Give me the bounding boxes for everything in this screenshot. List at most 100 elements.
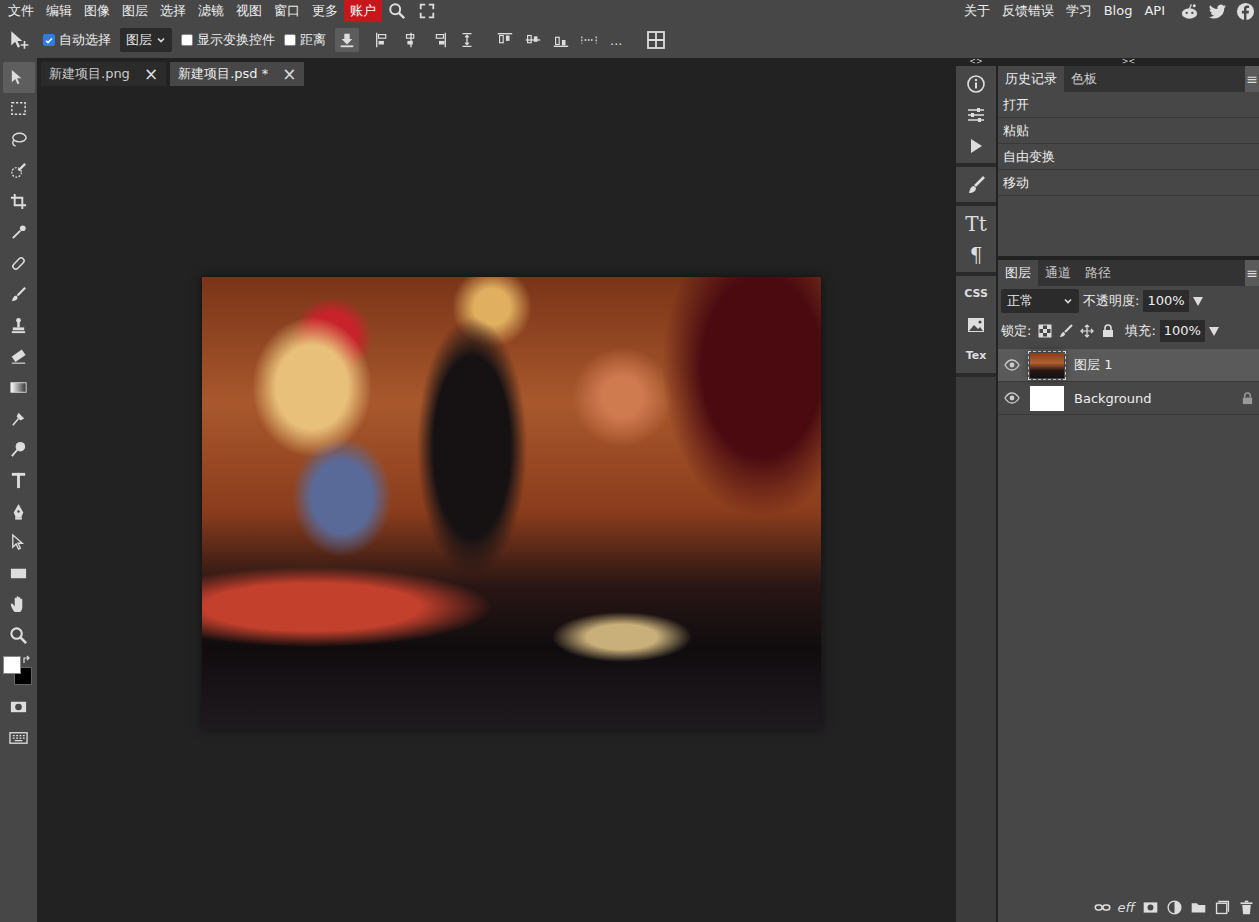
align-icon[interactable] [496, 31, 514, 49]
menu-item[interactable]: 图像 [78, 0, 116, 22]
mask-icon[interactable] [1142, 899, 1159, 916]
menu-item[interactable]: 滤镜 [192, 0, 230, 22]
tool-button[interactable] [3, 527, 35, 558]
align-icon[interactable] [524, 31, 542, 49]
tool-button[interactable] [3, 434, 35, 465]
align-icon[interactable] [552, 31, 570, 49]
panel-menu-button[interactable]: ≡ [1245, 66, 1259, 92]
tool-button[interactable] [3, 620, 35, 651]
tool-button[interactable] [3, 372, 35, 403]
align-icon[interactable] [430, 31, 448, 49]
panel-button[interactable] [956, 130, 996, 161]
panel-tab[interactable]: 色板 [1064, 66, 1104, 92]
top-link[interactable]: API [1138, 0, 1171, 22]
menu-item[interactable]: 视图 [230, 0, 268, 22]
top-link[interactable]: 学习 [1060, 0, 1098, 22]
history-item[interactable]: 移动 [998, 170, 1259, 196]
reddit-icon[interactable] [1180, 2, 1199, 21]
panel-button[interactable]: Tt [956, 208, 996, 239]
fill-dropdown-icon[interactable] [1209, 327, 1219, 336]
tool-button[interactable] [3, 465, 35, 496]
new-layer-icon[interactable] [1214, 899, 1231, 916]
lock-all-icon[interactable] [1101, 324, 1115, 338]
align-icon[interactable] [458, 31, 476, 49]
history-item[interactable]: 自由变换 [998, 144, 1259, 170]
eye-icon[interactable] [1004, 392, 1020, 404]
checkbox-box[interactable] [181, 34, 193, 46]
align-icon[interactable] [580, 31, 598, 49]
top-link[interactable]: Blog [1098, 0, 1139, 22]
panel-button[interactable] [956, 169, 996, 200]
panel-tab[interactable]: 通道 [1038, 260, 1078, 286]
move-tool-icon[interactable] [8, 29, 30, 51]
layer-row[interactable]: 图层 1 [998, 349, 1259, 382]
top-link[interactable]: 关于 [958, 0, 996, 22]
tool-button[interactable] [3, 496, 35, 527]
history-item[interactable]: 打开 [998, 92, 1259, 118]
twitter-icon[interactable] [1208, 2, 1227, 21]
tool-button[interactable] [3, 217, 35, 248]
menu-item[interactable]: 文件 [2, 0, 40, 22]
menu-item[interactable]: 更多 [306, 0, 344, 22]
opacity-dropdown-icon[interactable] [1193, 297, 1203, 306]
search-icon[interactable] [388, 2, 406, 20]
tool-button[interactable] [3, 310, 35, 341]
menu-item[interactable]: 选择 [154, 0, 192, 22]
more-options[interactable]: ... [610, 33, 622, 48]
link-icon[interactable] [1094, 899, 1111, 916]
canvas-image[interactable] [202, 277, 821, 729]
close-tab-button[interactable]: × [144, 66, 158, 83]
effects-button[interactable]: eff [1118, 900, 1135, 915]
lock-pixels-icon[interactable] [1059, 324, 1073, 338]
trash-icon[interactable] [1238, 899, 1255, 916]
tool-button[interactable] [3, 279, 35, 310]
tool-button[interactable] [3, 155, 35, 186]
eye-icon[interactable] [1004, 359, 1020, 371]
panel-button[interactable]: Tex [956, 340, 996, 371]
panel-tab[interactable]: 历史记录 [998, 66, 1064, 92]
panel-tab[interactable]: 图层 [998, 260, 1038, 286]
checkbox-box[interactable] [43, 34, 55, 46]
checkbox-box[interactable] [284, 34, 296, 46]
layer-row[interactable]: Background [998, 382, 1259, 415]
fullscreen-icon[interactable] [418, 2, 436, 20]
auto-select-checkbox[interactable]: 自动选择 [43, 31, 111, 49]
swap-colors-icon[interactable] [22, 655, 32, 665]
quick-mask-button[interactable] [3, 691, 35, 722]
tool-button[interactable] [3, 124, 35, 155]
opacity-field[interactable]: 100% [1143, 290, 1188, 312]
adjustment-icon[interactable] [1166, 899, 1183, 916]
fill-field[interactable]: 100% [1160, 320, 1205, 342]
close-tab-button[interactable]: × [282, 66, 296, 83]
show-transform-checkbox[interactable]: 显示变换控件 [181, 31, 275, 49]
tool-button[interactable] [3, 62, 35, 93]
tool-button[interactable] [3, 186, 35, 217]
panel-button[interactable] [956, 68, 996, 99]
tool-button[interactable] [3, 93, 35, 124]
lock-position-icon[interactable] [1080, 324, 1094, 338]
panel-button[interactable] [956, 99, 996, 130]
tool-button[interactable] [3, 341, 35, 372]
history-item[interactable]: 粘贴 [998, 118, 1259, 144]
distance-checkbox[interactable]: 距离 [284, 31, 326, 49]
top-link[interactable]: 反馈错误 [996, 0, 1060, 22]
menu-item[interactable]: 编辑 [40, 0, 78, 22]
tool-button[interactable] [3, 589, 35, 620]
tool-button[interactable] [3, 558, 35, 589]
tool-button[interactable] [3, 248, 35, 279]
lock-transparency-icon[interactable] [1038, 324, 1052, 338]
panel-tab[interactable]: 路径 [1078, 260, 1118, 286]
grid-icon[interactable] [646, 30, 666, 50]
panel-button[interactable] [956, 309, 996, 340]
panel-menu-button[interactable]: ≡ [1245, 260, 1259, 286]
folder-icon[interactable] [1190, 899, 1207, 916]
target-select[interactable]: 图层 [120, 28, 172, 52]
foreground-color-swatch[interactable] [3, 656, 21, 674]
menu-item[interactable]: 窗口 [268, 0, 306, 22]
facebook-icon[interactable] [1236, 2, 1255, 21]
menu-item[interactable]: 账户 [344, 0, 382, 22]
panel-button[interactable]: CSS [956, 278, 996, 309]
tool-button[interactable] [3, 403, 35, 434]
document-tab[interactable]: 新建项目.png× [41, 62, 166, 86]
panel-button[interactable]: ¶ [956, 239, 996, 270]
